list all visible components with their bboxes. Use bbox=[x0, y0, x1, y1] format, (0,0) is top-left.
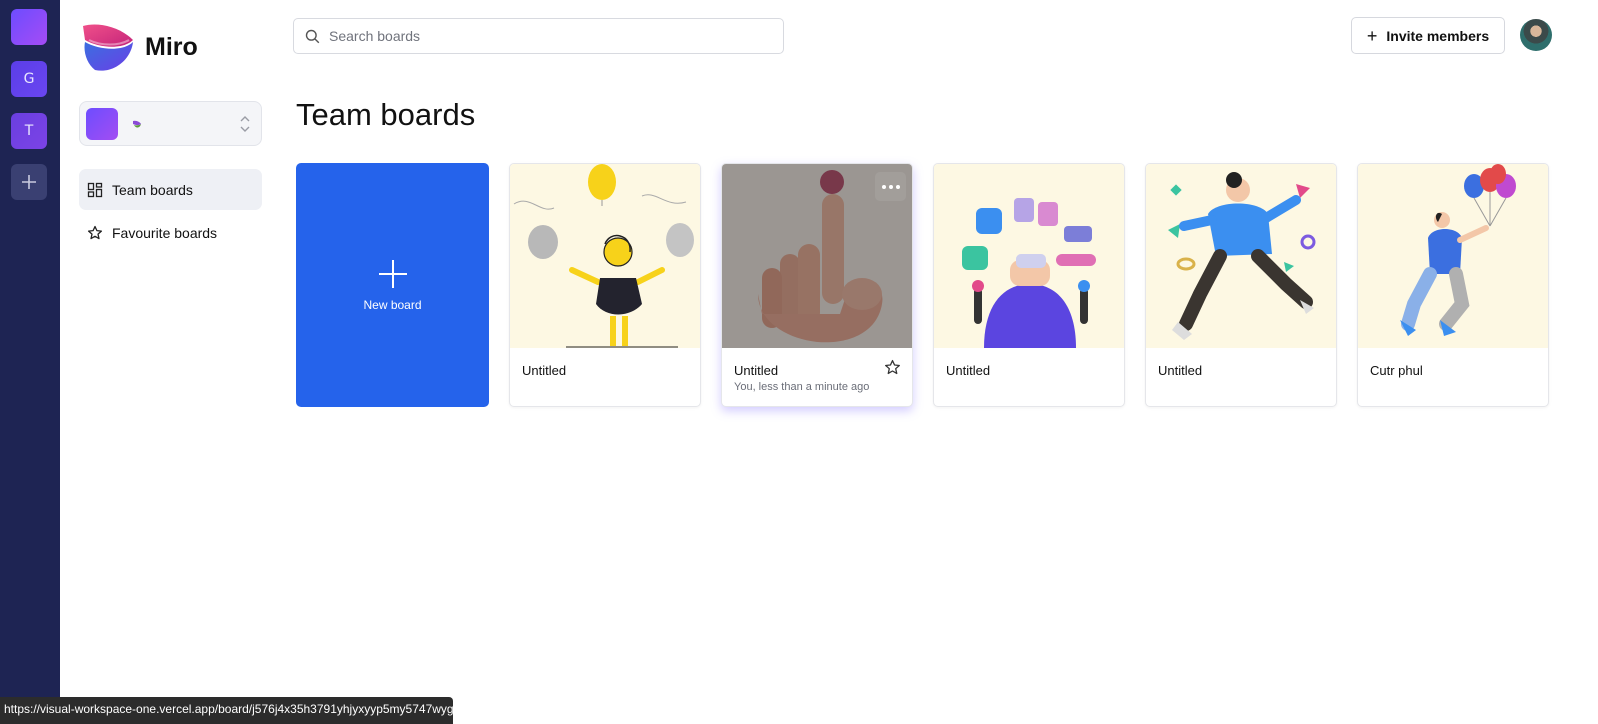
add-org-button[interactable] bbox=[11, 164, 47, 200]
more-dots-icon bbox=[881, 184, 900, 189]
user-avatar[interactable] bbox=[1520, 19, 1552, 51]
person-floating-with-balloons-illustration bbox=[1400, 164, 1516, 336]
star-icon bbox=[885, 359, 900, 375]
search-input[interactable] bbox=[329, 28, 749, 44]
board-title: Untitled bbox=[522, 363, 567, 378]
new-board-label: New board bbox=[363, 298, 422, 312]
board-thumbnail bbox=[1146, 164, 1336, 348]
board-card[interactable]: Untitled bbox=[933, 163, 1125, 407]
miro-logo-icon bbox=[83, 24, 133, 71]
board-thumbnail bbox=[1358, 164, 1548, 348]
vr-person-with-apps-illustration bbox=[962, 198, 1096, 348]
board-subtitle: You, less than a minute ago bbox=[734, 381, 870, 393]
invite-members-button[interactable]: + Invite members bbox=[1351, 17, 1505, 54]
board-card[interactable]: Cutr phul bbox=[1357, 163, 1549, 407]
grid-icon bbox=[87, 182, 103, 197]
plus-icon bbox=[378, 260, 407, 288]
sidebar-item-favourite-boards[interactable]: Favourite boards bbox=[79, 212, 262, 253]
org-logo-icon bbox=[133, 120, 141, 128]
plus-icon bbox=[22, 175, 36, 189]
plus-icon: + bbox=[1366, 25, 1378, 46]
board-title: Cutr phul bbox=[1370, 363, 1423, 378]
sidebar-item-label: Team boards bbox=[112, 181, 193, 198]
new-board-button[interactable]: New board bbox=[296, 163, 489, 407]
org-button-t[interactable]: T bbox=[11, 113, 47, 149]
page-title: Team boards bbox=[296, 97, 476, 132]
board-title: Untitled bbox=[1158, 363, 1203, 378]
person-with-balloons-illustration bbox=[513, 164, 694, 348]
sidebar-item-team-boards[interactable]: Team boards bbox=[79, 169, 262, 210]
board-title: Untitled bbox=[946, 363, 991, 378]
sidebar-item-label: Favourite boards bbox=[112, 224, 218, 241]
board-thumbnail bbox=[934, 164, 1124, 348]
board-card[interactable]: Untitled bbox=[509, 163, 701, 407]
org-avatar bbox=[86, 107, 118, 140]
board-title: Untitled bbox=[734, 363, 779, 378]
org-button-g[interactable]: G bbox=[11, 61, 47, 97]
search-icon bbox=[305, 29, 320, 43]
status-url-tooltip: https://visual-workspace-one.vercel.app/… bbox=[0, 697, 453, 724]
search-box[interactable] bbox=[293, 18, 784, 54]
org-button-main[interactable] bbox=[11, 9, 47, 45]
board-card[interactable]: Untitled You, less than a minute ago bbox=[721, 163, 913, 407]
org-switcher[interactable] bbox=[79, 101, 262, 146]
invite-label: Invite members bbox=[1386, 27, 1490, 44]
board-thumbnail bbox=[722, 164, 912, 348]
favourite-star-button[interactable] bbox=[884, 359, 901, 381]
board-more-button[interactable] bbox=[875, 172, 906, 201]
app-title: Miro bbox=[145, 32, 198, 61]
board-card[interactable]: Untitled bbox=[1145, 163, 1337, 407]
board-thumbnail bbox=[510, 164, 700, 348]
org-rail: G T bbox=[0, 0, 60, 724]
chevron-updown-icon bbox=[240, 116, 250, 132]
star-icon bbox=[87, 225, 103, 239]
person-jumping-illustration bbox=[1168, 172, 1316, 340]
app-logo[interactable]: Miro bbox=[79, 20, 198, 74]
